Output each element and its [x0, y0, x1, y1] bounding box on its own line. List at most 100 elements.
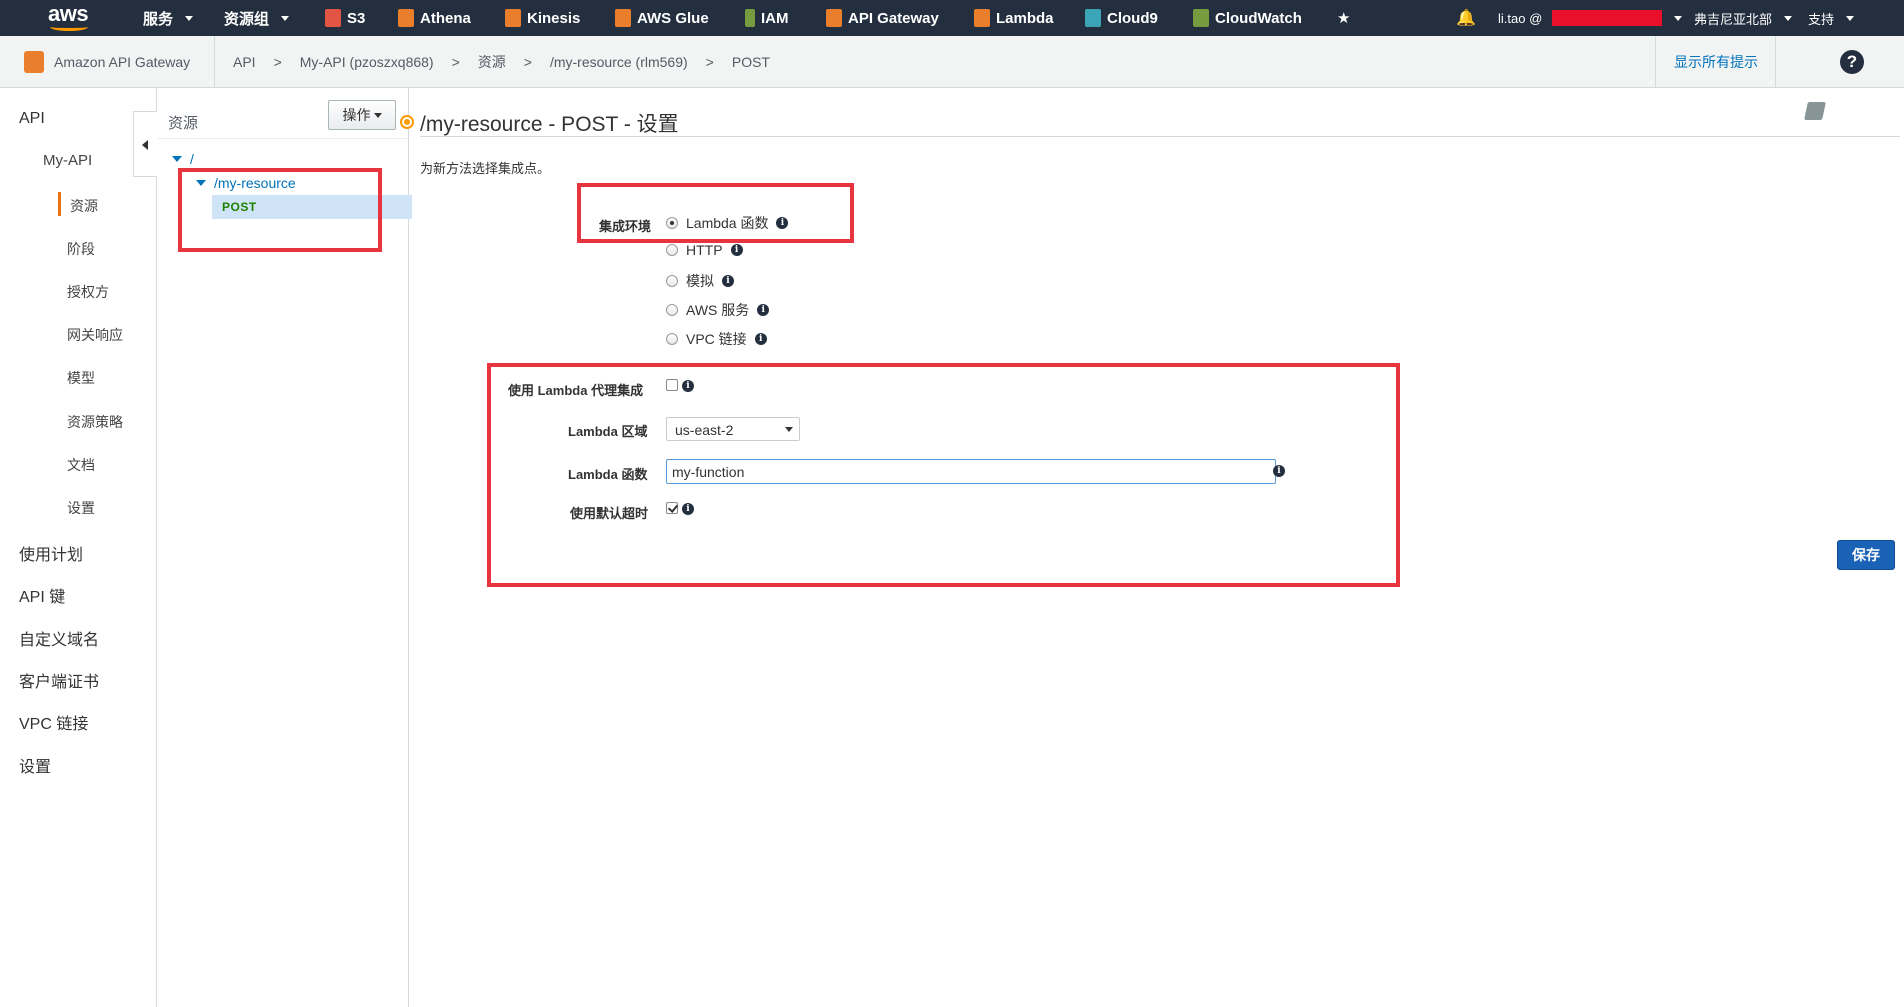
chevron-down-icon [281, 15, 290, 21]
support-label: 支持 [1808, 11, 1835, 27]
page-title: /my-resource - POST - 设置 [420, 113, 679, 136]
nav-my-api[interactable]: My-API [43, 152, 92, 169]
chevron-down-icon [373, 112, 382, 118]
info-icon[interactable]: i [722, 275, 734, 287]
shortcut-iam[interactable]: IAM [745, 0, 789, 36]
option-label: HTTP [686, 242, 723, 258]
nav-api[interactable]: API [19, 110, 45, 128]
nav-settings[interactable]: 设置 [67, 498, 95, 518]
nav-models[interactable]: 模型 [67, 368, 95, 388]
region-menu[interactable]: 弗吉尼亚北部 [1694, 0, 1793, 36]
api-gateway-icon [826, 9, 842, 27]
radio-button[interactable] [666, 244, 678, 256]
tree-root[interactable]: / [172, 151, 194, 167]
nav-gateway-responses[interactable]: 网关响应 [67, 325, 123, 345]
iam-icon [745, 9, 755, 27]
cloud9-icon [1085, 9, 1101, 27]
chevron-down-icon [185, 15, 194, 21]
chevron-down-icon [1846, 15, 1855, 21]
radio-button[interactable] [666, 304, 678, 316]
support-menu[interactable]: 支持 [1808, 0, 1855, 36]
shortcut-cloud9[interactable]: Cloud9 [1085, 0, 1158, 36]
services-label: 服务 [143, 10, 174, 28]
aws-logo[interactable]: aws [48, 3, 92, 32]
resource-groups-label: 资源组 [224, 10, 270, 28]
option-label: AWS 服务 [686, 302, 750, 318]
nav-resources[interactable]: 资源 [70, 196, 98, 216]
breadcrumb-my-api[interactable]: My-API (pzoszxq868) [300, 54, 434, 70]
bell-icon[interactable]: 🔔 [1456, 0, 1476, 36]
nav-authorizers[interactable]: 授权方 [67, 282, 109, 302]
radio-button[interactable] [666, 275, 678, 287]
service-home-link[interactable]: Amazon API Gateway [24, 36, 190, 88]
divider [420, 136, 1900, 137]
breadcrumb-separator: > [451, 54, 460, 70]
divider [158, 138, 408, 139]
option-label: 模拟 [686, 273, 714, 289]
nav-stages[interactable]: 阶段 [67, 239, 95, 259]
shortcut-glue[interactable]: AWS Glue [615, 0, 709, 36]
shortcut-label: S3 [347, 9, 366, 27]
lambda-icon [974, 9, 990, 27]
collapse-sidebar-button[interactable] [133, 111, 157, 177]
breadcrumb-separator: > [273, 54, 282, 70]
shortcut-lambda[interactable]: Lambda [974, 0, 1054, 36]
breadcrumb-post: POST [731, 54, 770, 70]
nav-global-settings[interactable]: 设置 [19, 753, 51, 777]
save-button[interactable]: 保存 [1837, 540, 1895, 570]
user-menu[interactable]: li.tao @ [1498, 0, 1683, 36]
integration-option-mock[interactable]: 模拟 i [666, 271, 734, 291]
expand-icon[interactable] [172, 156, 182, 162]
integration-option-http[interactable]: HTTP i [666, 242, 743, 258]
top-navigation-bar: aws 服务 资源组 S3 Athena Kinesis AWS Glue IA… [0, 0, 1904, 36]
nav-api-keys[interactable]: API 键 [19, 583, 65, 607]
option-label: VPC 链接 [686, 331, 747, 347]
actions-label: 操作 [342, 107, 371, 123]
show-all-hints-link[interactable]: 显示所有提示 [1655, 36, 1758, 88]
shortcut-label: Kinesis [527, 9, 581, 27]
info-icon[interactable]: i [757, 304, 770, 316]
annotation-box-lambda-settings [487, 363, 1400, 587]
breadcrumb-resources[interactable]: 资源 [478, 52, 506, 72]
nav-documentation[interactable]: 文档 [67, 455, 95, 475]
resource-groups-menu[interactable]: 资源组 [224, 0, 290, 36]
user-label: li.tao @ [1498, 10, 1543, 26]
nav-client-certificates[interactable]: 客户端证书 [19, 668, 99, 692]
kinesis-icon [505, 9, 521, 27]
glue-icon [615, 9, 631, 27]
shortcut-label: Cloud9 [1107, 9, 1158, 27]
shortcut-cloudwatch[interactable]: CloudWatch [1193, 0, 1302, 36]
status-dot-icon [400, 115, 414, 129]
shortcut-kinesis[interactable]: Kinesis [505, 0, 580, 36]
s3-icon [325, 9, 341, 27]
nav-custom-domains[interactable]: 自定义域名 [19, 626, 99, 650]
breadcrumb-my-resource[interactable]: /my-resource (rlm569) [550, 54, 688, 70]
breadcrumb-bar: Amazon API Gateway API > My-API (pzoszxq… [0, 36, 1904, 88]
breadcrumb: API > My-API (pzoszxq868) > 资源 > /my-res… [233, 36, 770, 88]
annotation-box-integration [577, 183, 854, 243]
left-navigation: API My-API 资源 阶段 授权方 网关响应 模型 资源策略 文档 设置 … [0, 88, 157, 1007]
shortcut-api-gateway[interactable]: API Gateway [826, 0, 939, 36]
tree-root-label: / [190, 151, 194, 167]
shortcut-athena[interactable]: Athena [398, 0, 471, 36]
help-icon[interactable]: ? [1840, 50, 1864, 74]
info-icon[interactable]: i [754, 333, 767, 345]
aws-smile-icon [50, 23, 88, 31]
shortcut-s3[interactable]: S3 [325, 0, 365, 36]
radio-button[interactable] [666, 333, 678, 345]
nav-usage-plans[interactable]: 使用计划 [19, 541, 83, 565]
breadcrumb-separator: > [705, 54, 714, 70]
info-icon[interactable]: i [730, 244, 743, 256]
services-menu[interactable]: 服务 [143, 0, 194, 36]
book-icon[interactable] [1804, 102, 1826, 120]
breadcrumb-api[interactable]: API [233, 54, 256, 70]
nav-resource-policy[interactable]: 资源策略 [67, 412, 123, 432]
actions-dropdown-button[interactable]: 操作 [328, 100, 396, 130]
pin-icon[interactable]: ★ [1337, 0, 1350, 36]
page-subtitle: 为新方法选择集成点。 [420, 161, 551, 176]
cloudwatch-icon [1193, 9, 1209, 27]
integration-option-vpc-link[interactable]: VPC 链接 i [666, 329, 767, 349]
nav-vpc-links[interactable]: VPC 链接 [19, 710, 88, 734]
breadcrumb-separator: > [523, 54, 532, 70]
integration-option-aws-service[interactable]: AWS 服务 i [666, 300, 770, 320]
